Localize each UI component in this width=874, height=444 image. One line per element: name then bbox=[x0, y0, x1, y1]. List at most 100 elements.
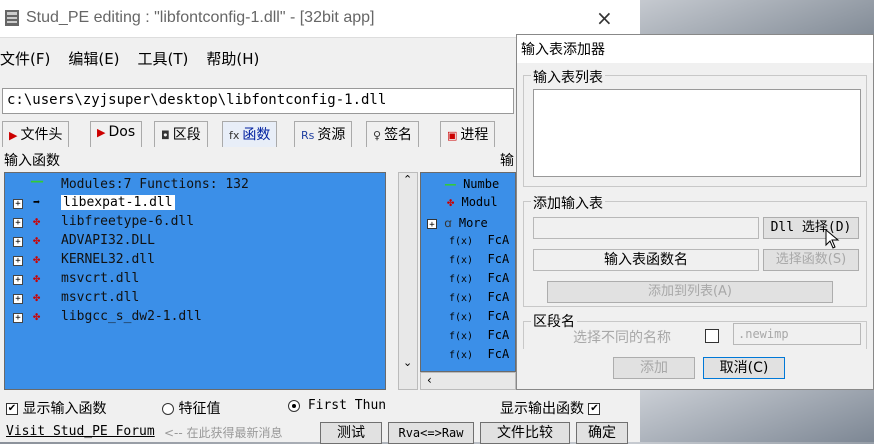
options-row: ✔ 显示输入函数 特征值 First Thun 显示输出函数 ✔ bbox=[0, 396, 640, 418]
function-icon: f(x) bbox=[449, 312, 474, 323]
expand-icon[interactable]: + bbox=[13, 256, 23, 266]
tab-file-header[interactable]: ▶ 文件头 bbox=[2, 121, 70, 147]
tab-dos[interactable]: ▶ Dos bbox=[90, 121, 143, 147]
export-row: f(x) FcA bbox=[449, 233, 510, 247]
compare-button[interactable]: 文件比较 bbox=[480, 422, 570, 444]
export-summary-icon: ━━ bbox=[445, 181, 456, 191]
module-icon: ✤ bbox=[33, 290, 41, 304]
add-import-group-label: 添加输入表 bbox=[531, 193, 605, 213]
tab-sections[interactable]: ◘ 区段 bbox=[154, 121, 208, 147]
tab-signature[interactable]: ♀ 签名 bbox=[366, 121, 420, 147]
first-thun-option[interactable]: First Thun bbox=[288, 398, 386, 413]
menu-file[interactable]: 文件(F) bbox=[0, 48, 50, 69]
import-adder-dialog: 输入表添加器 输入表列表 添加输入表 Dll 选择(D) 输入表函数名 选择函数… bbox=[516, 34, 874, 390]
export-row: f(x) FcA bbox=[449, 309, 510, 323]
function-icon: f(x) bbox=[449, 350, 474, 361]
close-icon[interactable]: × bbox=[596, 6, 613, 30]
tab-process[interactable]: ▣ 进程 bbox=[440, 121, 496, 147]
function-icon: f(x) bbox=[449, 331, 474, 342]
section-icon: ◘ bbox=[161, 129, 170, 142]
more-icon: ꭤ bbox=[444, 216, 452, 230]
export-row: f(x) FcA bbox=[449, 328, 510, 342]
mouse-cursor-icon bbox=[825, 229, 840, 249]
expand-icon[interactable]: + bbox=[427, 218, 437, 230]
section-name-field[interactable]: .newimp bbox=[733, 323, 861, 345]
forum-hint: <-- 在此获得最新消息 bbox=[164, 426, 283, 440]
modules-icon: ━━ bbox=[31, 177, 44, 188]
menu-bar: 文件(F) 编辑(E) 工具(T) 帮助(H) bbox=[0, 48, 277, 76]
export-row: f(x) FcA bbox=[449, 271, 510, 285]
module-icon: ✤ bbox=[33, 214, 41, 228]
menu-edit[interactable]: 编辑(E) bbox=[68, 48, 119, 69]
first-thun-radio[interactable] bbox=[288, 399, 300, 412]
select-function-button[interactable]: 选择函数(S) bbox=[763, 249, 859, 271]
ok-button[interactable]: 确定 bbox=[576, 422, 628, 444]
action-row: Visit Stud_PE Forum <-- 在此获得最新消息 测试 Rva<… bbox=[0, 422, 640, 444]
add-button[interactable]: 添加 bbox=[613, 357, 695, 379]
feature-radio[interactable] bbox=[162, 403, 174, 415]
expand-icon[interactable]: + bbox=[13, 313, 23, 323]
module-icon: ✤ bbox=[33, 309, 41, 323]
dll-select-button[interactable]: Dll 选择(D) bbox=[763, 217, 859, 239]
export-row[interactable]: + ꭤ More bbox=[427, 214, 488, 231]
fx-icon: fx bbox=[229, 129, 240, 142]
app-icon bbox=[5, 10, 19, 26]
tab-resources[interactable]: Rs 资源 bbox=[294, 121, 353, 147]
module-name: msvcrt.dll bbox=[61, 290, 140, 305]
export-row: ✤ Modul bbox=[447, 195, 498, 209]
imports-label: 输入函数 bbox=[4, 153, 60, 169]
expand-icon[interactable]: + bbox=[13, 218, 23, 228]
test-button[interactable]: 测试 bbox=[320, 422, 382, 444]
module-icon: ✤ bbox=[33, 233, 41, 247]
export-row: ━━ Numbe bbox=[445, 177, 500, 191]
tab-functions[interactable]: fx 函数 bbox=[222, 121, 278, 147]
process-icon: ▣ bbox=[447, 129, 458, 142]
function-icon: f(x) bbox=[449, 293, 474, 304]
scroll-down-icon[interactable]: ⌄ bbox=[403, 356, 412, 369]
dialog-title: 输入表添加器 bbox=[517, 35, 873, 63]
resource-icon: Rs bbox=[301, 129, 315, 142]
horizontal-scrollbar[interactable]: ‹ bbox=[420, 372, 516, 390]
function-icon: f(x) bbox=[449, 274, 474, 285]
export-row: f(x) FcA bbox=[449, 252, 510, 266]
module-icon: ✤ bbox=[33, 252, 41, 266]
module-icon: ✤ bbox=[33, 271, 41, 285]
expand-icon[interactable]: + bbox=[13, 199, 23, 209]
function-name-field[interactable]: 输入表函数名 bbox=[533, 249, 759, 271]
module-name: libgcc_s_dw2-1.dll bbox=[61, 309, 202, 324]
export-tree[interactable]: ━━ Numbe ✤ Modul + ꭤ More f(x) FcA f(x) … bbox=[420, 172, 516, 372]
dll-path-field[interactable] bbox=[533, 217, 759, 239]
file-path-field[interactable]: c:\users\zyjsuper\desktop\libfontconfig-… bbox=[2, 88, 514, 114]
menu-help[interactable]: 帮助(H) bbox=[206, 48, 259, 69]
scroll-up-icon[interactable]: ⌃ bbox=[403, 173, 412, 186]
show-imports-checkbox[interactable]: ✔ bbox=[6, 403, 18, 415]
choose-name-checkbox[interactable] bbox=[705, 329, 719, 343]
import-list[interactable] bbox=[533, 89, 861, 177]
show-exports-checkbox[interactable]: ✔ bbox=[588, 403, 601, 415]
cancel-button[interactable]: 取消(C) bbox=[703, 357, 785, 379]
arrow-icon: ▶ bbox=[97, 126, 106, 139]
expand-icon[interactable]: + bbox=[13, 237, 23, 247]
function-icon: f(x) bbox=[449, 255, 474, 266]
import-tree[interactable]: ━━ Modules:7 Functions: 132 + ➡ libexpat-1… bbox=[4, 172, 386, 390]
scroll-left-icon[interactable]: ‹ bbox=[427, 373, 432, 387]
add-to-list-button[interactable]: 添加到列表(A) bbox=[547, 281, 833, 303]
rva-raw-button[interactable]: Rva<=>Raw bbox=[388, 422, 474, 444]
title-bar: Stud_PE editing : "libfontconfig-1.dll" … bbox=[0, 0, 640, 38]
module-icon: ✤ bbox=[447, 195, 455, 209]
show-imports-option[interactable]: ✔ 显示输入函数 bbox=[6, 398, 106, 418]
sign-icon: ♀ bbox=[373, 129, 382, 142]
expand-icon[interactable]: + bbox=[13, 294, 23, 304]
exports-label: 输 bbox=[500, 153, 514, 169]
module-name: msvcrt.dll bbox=[61, 271, 140, 286]
show-exports-option[interactable]: 显示输出函数 ✔ bbox=[500, 398, 601, 418]
feature-option[interactable]: 特征值 bbox=[162, 398, 220, 418]
arrow-icon: ➡ bbox=[33, 195, 41, 209]
menu-tools[interactable]: 工具(T) bbox=[138, 48, 189, 69]
function-icon: f(x) bbox=[449, 236, 474, 247]
forum-link[interactable]: Visit Stud_PE Forum bbox=[6, 424, 155, 439]
expand-icon[interactable]: + bbox=[13, 275, 23, 285]
module-name: KERNEL32.dll bbox=[61, 252, 155, 267]
vertical-scrollbar[interactable]: ⌃ ⌄ bbox=[398, 172, 418, 390]
window-title: Stud_PE editing : "libfontconfig-1.dll" … bbox=[26, 9, 375, 26]
